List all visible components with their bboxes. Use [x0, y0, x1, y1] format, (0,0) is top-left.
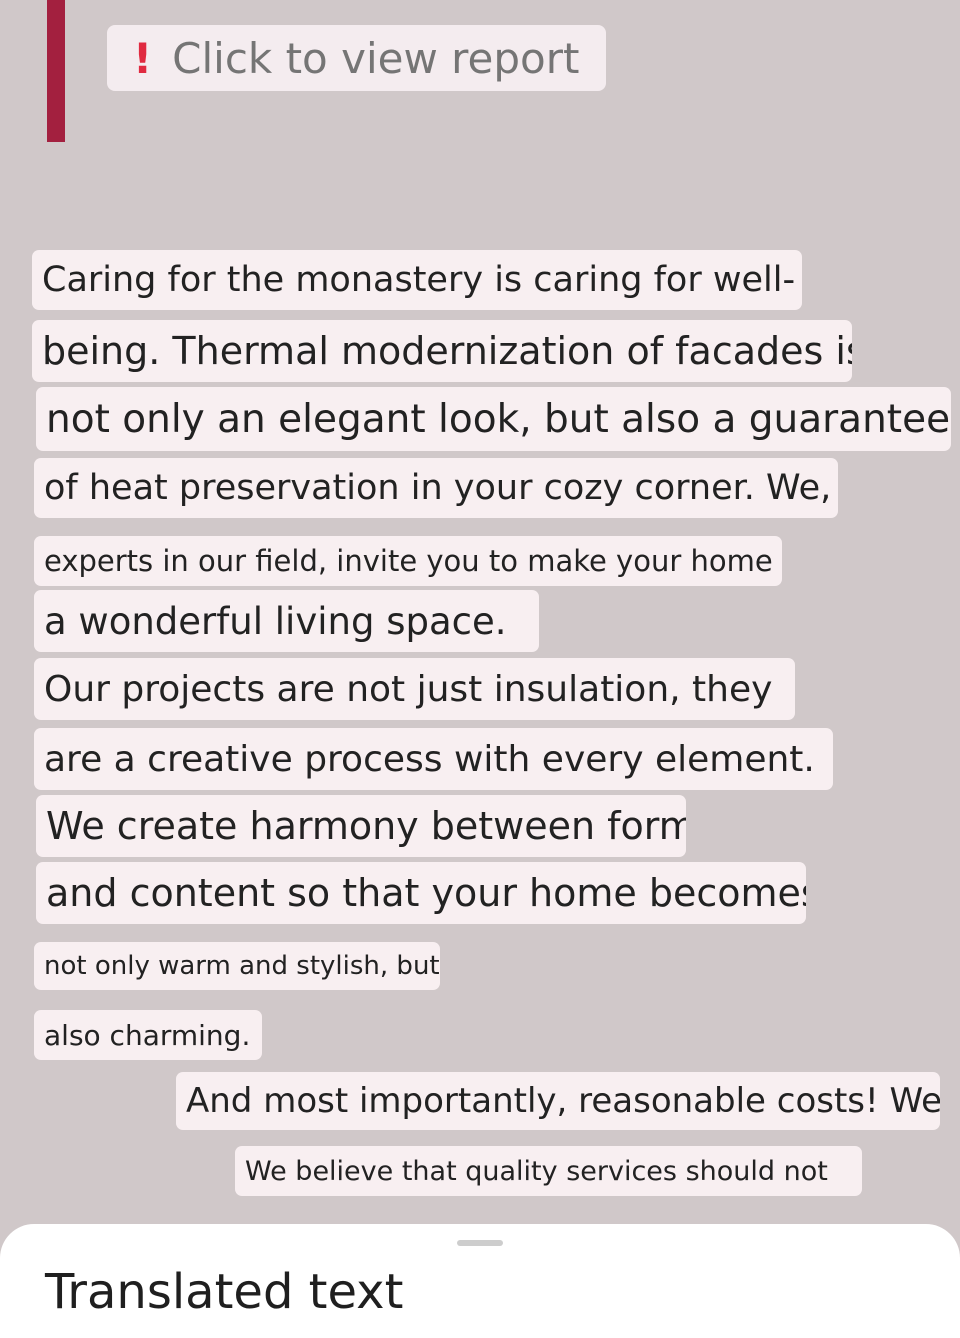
- drag-handle[interactable]: [457, 1240, 503, 1246]
- translated-line: Our projects are not just insulation, th…: [34, 658, 795, 720]
- sheet-title: Translated text: [45, 1264, 404, 1320]
- view-report-button[interactable]: ! Click to view report: [107, 25, 606, 91]
- translated-line: of heat preservation in your cozy corner…: [34, 458, 838, 518]
- translated-line: being. Thermal modernization of facades …: [32, 320, 852, 382]
- translated-line: are a creative process with every elemen…: [34, 728, 833, 790]
- translated-line: a wonderful living space.: [34, 590, 539, 652]
- translated-line: not only warm and stylish, but: [34, 942, 440, 990]
- translated-line: also charming.: [34, 1010, 262, 1060]
- translated-line: We create harmony between form: [36, 795, 686, 857]
- translated-line: not only an elegant look, but also a gua…: [36, 387, 951, 451]
- translated-line: And most importantly, reasonable costs! …: [176, 1072, 940, 1130]
- translated-line: Caring for the monastery is caring for w…: [32, 250, 802, 310]
- alert-icon: !: [133, 33, 153, 83]
- translated-line: We believe that quality services should …: [235, 1146, 862, 1196]
- report-accent-bar: [47, 0, 65, 142]
- view-report-label: Click to view report: [172, 33, 580, 83]
- translated-line: and content so that your home becomes: [36, 862, 806, 924]
- translated-line: experts in our field, invite you to make…: [34, 536, 782, 586]
- translated-text-sheet[interactable]: Translated text: [0, 1224, 960, 1338]
